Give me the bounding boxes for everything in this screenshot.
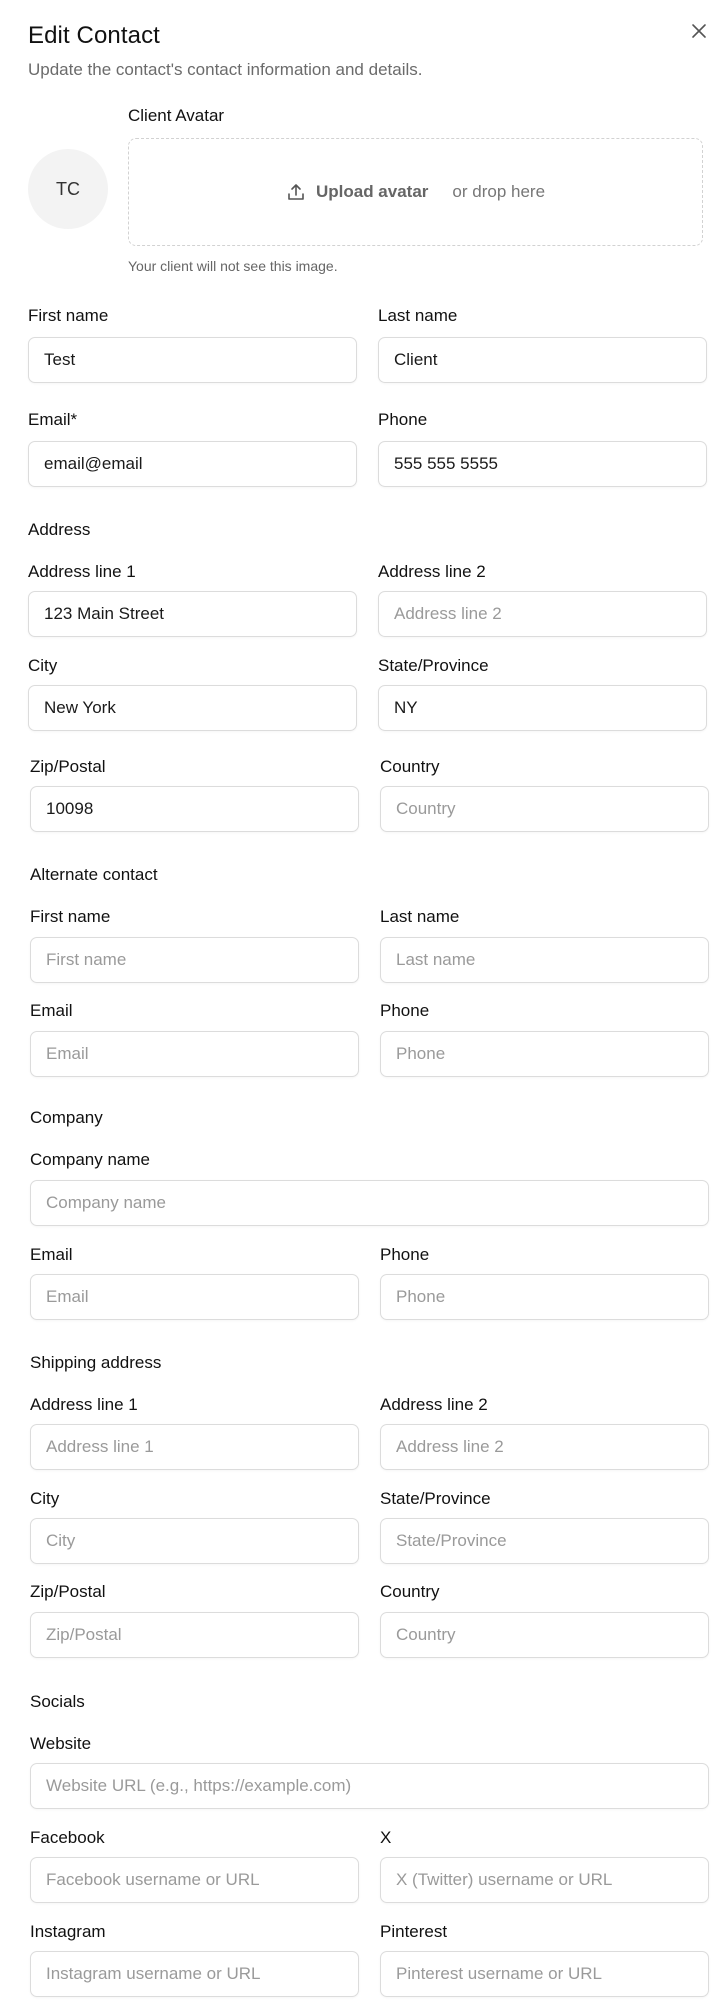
email-label: Email* xyxy=(28,410,78,429)
state-input[interactable] xyxy=(378,685,707,731)
first-name-label: First name xyxy=(28,306,109,325)
drop-here-label: or drop here xyxy=(452,182,546,201)
zip-label: Zip/Postal xyxy=(30,757,106,776)
ship-line1-input[interactable] xyxy=(30,1424,359,1470)
ship-line2-input[interactable] xyxy=(380,1424,709,1470)
last-name-input[interactable] xyxy=(378,337,707,383)
alt-phone-label: Phone xyxy=(380,1001,430,1020)
company-phone-input[interactable] xyxy=(380,1274,709,1320)
company-name-label: Company name xyxy=(30,1150,151,1169)
dialog-title: Edit Contact xyxy=(28,22,160,49)
company-email-label: Email xyxy=(30,1245,73,1264)
upload-icon xyxy=(288,184,304,200)
facebook-label: Facebook xyxy=(30,1828,105,1847)
upload-avatar-label: Upload avatar xyxy=(315,182,429,201)
upload-avatar-button[interactable]: Upload avatar xyxy=(286,182,428,202)
avatar-initials: TC xyxy=(56,178,80,199)
client-avatar-label: Client Avatar xyxy=(128,106,225,125)
dialog-subtitle: Update the contact's contact information… xyxy=(28,60,423,79)
ship-line2-label: Address line 2 xyxy=(380,1395,488,1414)
ship-zip-input[interactable] xyxy=(30,1612,359,1658)
ship-city-input[interactable] xyxy=(30,1518,359,1564)
country-label: Country xyxy=(380,757,440,776)
ship-city-label: City xyxy=(30,1489,60,1508)
ship-line1-label: Address line 1 xyxy=(30,1395,138,1414)
close-button[interactable] xyxy=(686,18,712,44)
ship-zip-label: Zip/Postal xyxy=(30,1582,106,1601)
ship-state-input[interactable] xyxy=(380,1518,709,1564)
address-section-title: Address xyxy=(28,520,91,539)
address-line1-label: Address line 1 xyxy=(28,562,136,581)
alt-last-name-label: Last name xyxy=(380,907,460,926)
address-line1-input[interactable] xyxy=(28,591,357,637)
first-name-input[interactable] xyxy=(28,337,357,383)
address-line2-label: Address line 2 xyxy=(378,562,486,581)
ship-state-label: State/Province xyxy=(380,1489,491,1508)
last-name-label: Last name xyxy=(378,306,458,325)
city-input[interactable] xyxy=(28,685,357,731)
instagram-input[interactable] xyxy=(30,1951,359,1997)
avatar-dropzone[interactable]: Upload avatar or drop here xyxy=(128,138,703,246)
city-label: City xyxy=(28,656,58,675)
avatar-hint: Your client will not see this image. xyxy=(128,258,338,274)
company-section-title: Company xyxy=(30,1108,103,1127)
facebook-input[interactable] xyxy=(30,1857,359,1903)
ship-country-input[interactable] xyxy=(380,1612,709,1658)
avatar: TC xyxy=(28,149,108,229)
website-input[interactable] xyxy=(30,1763,709,1809)
x-input[interactable] xyxy=(380,1857,709,1903)
phone-input[interactable] xyxy=(378,441,707,487)
close-icon xyxy=(692,24,706,38)
state-label: State/Province xyxy=(378,656,489,675)
zip-input[interactable] xyxy=(30,786,359,832)
edit-contact-dialog: Edit Contact Update the contact's contac… xyxy=(0,0,727,2000)
socials-section-title: Socials xyxy=(30,1692,85,1711)
shipping-address-section-title: Shipping address xyxy=(30,1353,162,1372)
address-line2-input[interactable] xyxy=(378,591,707,637)
pinterest-input[interactable] xyxy=(380,1951,709,1997)
company-name-input[interactable] xyxy=(30,1180,709,1226)
ship-country-label: Country xyxy=(380,1582,440,1601)
company-phone-label: Phone xyxy=(380,1245,430,1264)
email-input[interactable] xyxy=(28,441,357,487)
website-label: Website xyxy=(30,1734,92,1753)
x-label: X xyxy=(380,1828,392,1847)
alt-phone-input[interactable] xyxy=(380,1031,709,1077)
alt-email-input[interactable] xyxy=(30,1031,359,1077)
alt-last-name-input[interactable] xyxy=(380,937,709,983)
alternate-contact-section-title: Alternate contact xyxy=(30,865,158,884)
alt-first-name-input[interactable] xyxy=(30,937,359,983)
company-email-input[interactable] xyxy=(30,1274,359,1320)
alt-first-name-label: First name xyxy=(30,907,111,926)
pinterest-label: Pinterest xyxy=(380,1922,448,1941)
country-input[interactable] xyxy=(380,786,709,832)
instagram-label: Instagram xyxy=(30,1922,106,1941)
alt-email-label: Email xyxy=(30,1001,73,1020)
phone-label: Phone xyxy=(378,410,428,429)
